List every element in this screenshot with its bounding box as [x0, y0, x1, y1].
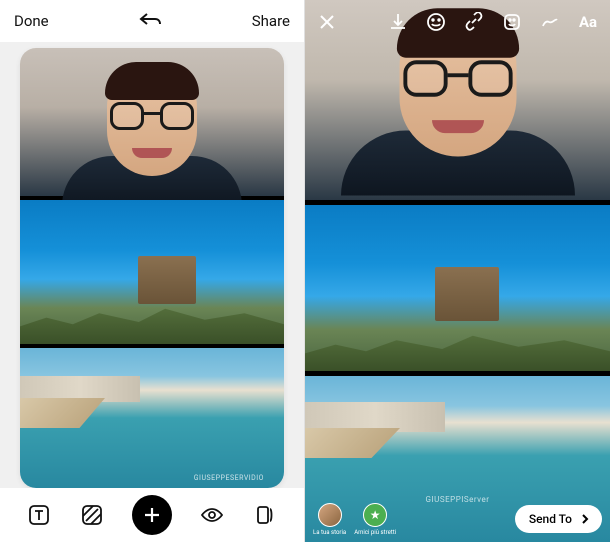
- text-icon[interactable]: Aa: [576, 10, 600, 34]
- send-to-button[interactable]: Send To: [515, 505, 602, 533]
- canvas-area: GIUSEPPESERVIDIO: [0, 42, 304, 488]
- add-button[interactable]: [132, 495, 172, 535]
- preview-tool-icon[interactable]: [198, 501, 226, 529]
- close-friends-label: Amici più stretti: [354, 529, 396, 536]
- layout-tool-icon[interactable]: [251, 501, 279, 529]
- send-to-label: Send To: [529, 512, 572, 526]
- download-icon[interactable]: [386, 10, 410, 34]
- story-photo-castle: [305, 200, 610, 376]
- avatar-icon: [318, 503, 342, 527]
- collage-photo-portrait[interactable]: [20, 48, 284, 200]
- done-button[interactable]: Done: [14, 12, 49, 30]
- share-button[interactable]: Share: [252, 12, 290, 30]
- story-canvas[interactable]: GIUSEPPIServer: [305, 0, 610, 542]
- editor-toolbar: [0, 488, 304, 542]
- editor-header: Done Share: [0, 0, 304, 42]
- close-friends-target[interactable]: ★ Amici più stretti: [354, 503, 396, 536]
- story-top-bar: Aa: [305, 0, 610, 44]
- link-icon[interactable]: [462, 10, 486, 34]
- story-composer-screen: GIUSEPPIServer: [305, 0, 610, 542]
- collage-editor-screen: Done Share: [0, 0, 305, 542]
- your-story-target[interactable]: La tua storia: [313, 503, 346, 536]
- watermark-text: GIUSEPPESERVIDIO: [194, 474, 264, 482]
- your-story-label: La tua storia: [313, 529, 346, 536]
- chevron-right-icon: [578, 512, 592, 526]
- text-tool-icon[interactable]: [25, 501, 53, 529]
- collage-photo-castle[interactable]: [20, 200, 284, 348]
- pattern-tool-icon[interactable]: [78, 501, 106, 529]
- story-bottom-bar: La tua storia ★ Amici più stretti Send T…: [305, 496, 610, 542]
- collage-card[interactable]: GIUSEPPESERVIDIO: [20, 48, 284, 488]
- close-friends-icon: ★: [363, 503, 387, 527]
- close-icon[interactable]: [315, 10, 339, 34]
- undo-button[interactable]: [139, 9, 161, 33]
- draw-icon[interactable]: [538, 10, 562, 34]
- effects-icon[interactable]: [500, 10, 524, 34]
- sticker-icon[interactable]: [424, 10, 448, 34]
- collage-photo-seaside[interactable]: GIUSEPPESERVIDIO: [20, 348, 284, 488]
